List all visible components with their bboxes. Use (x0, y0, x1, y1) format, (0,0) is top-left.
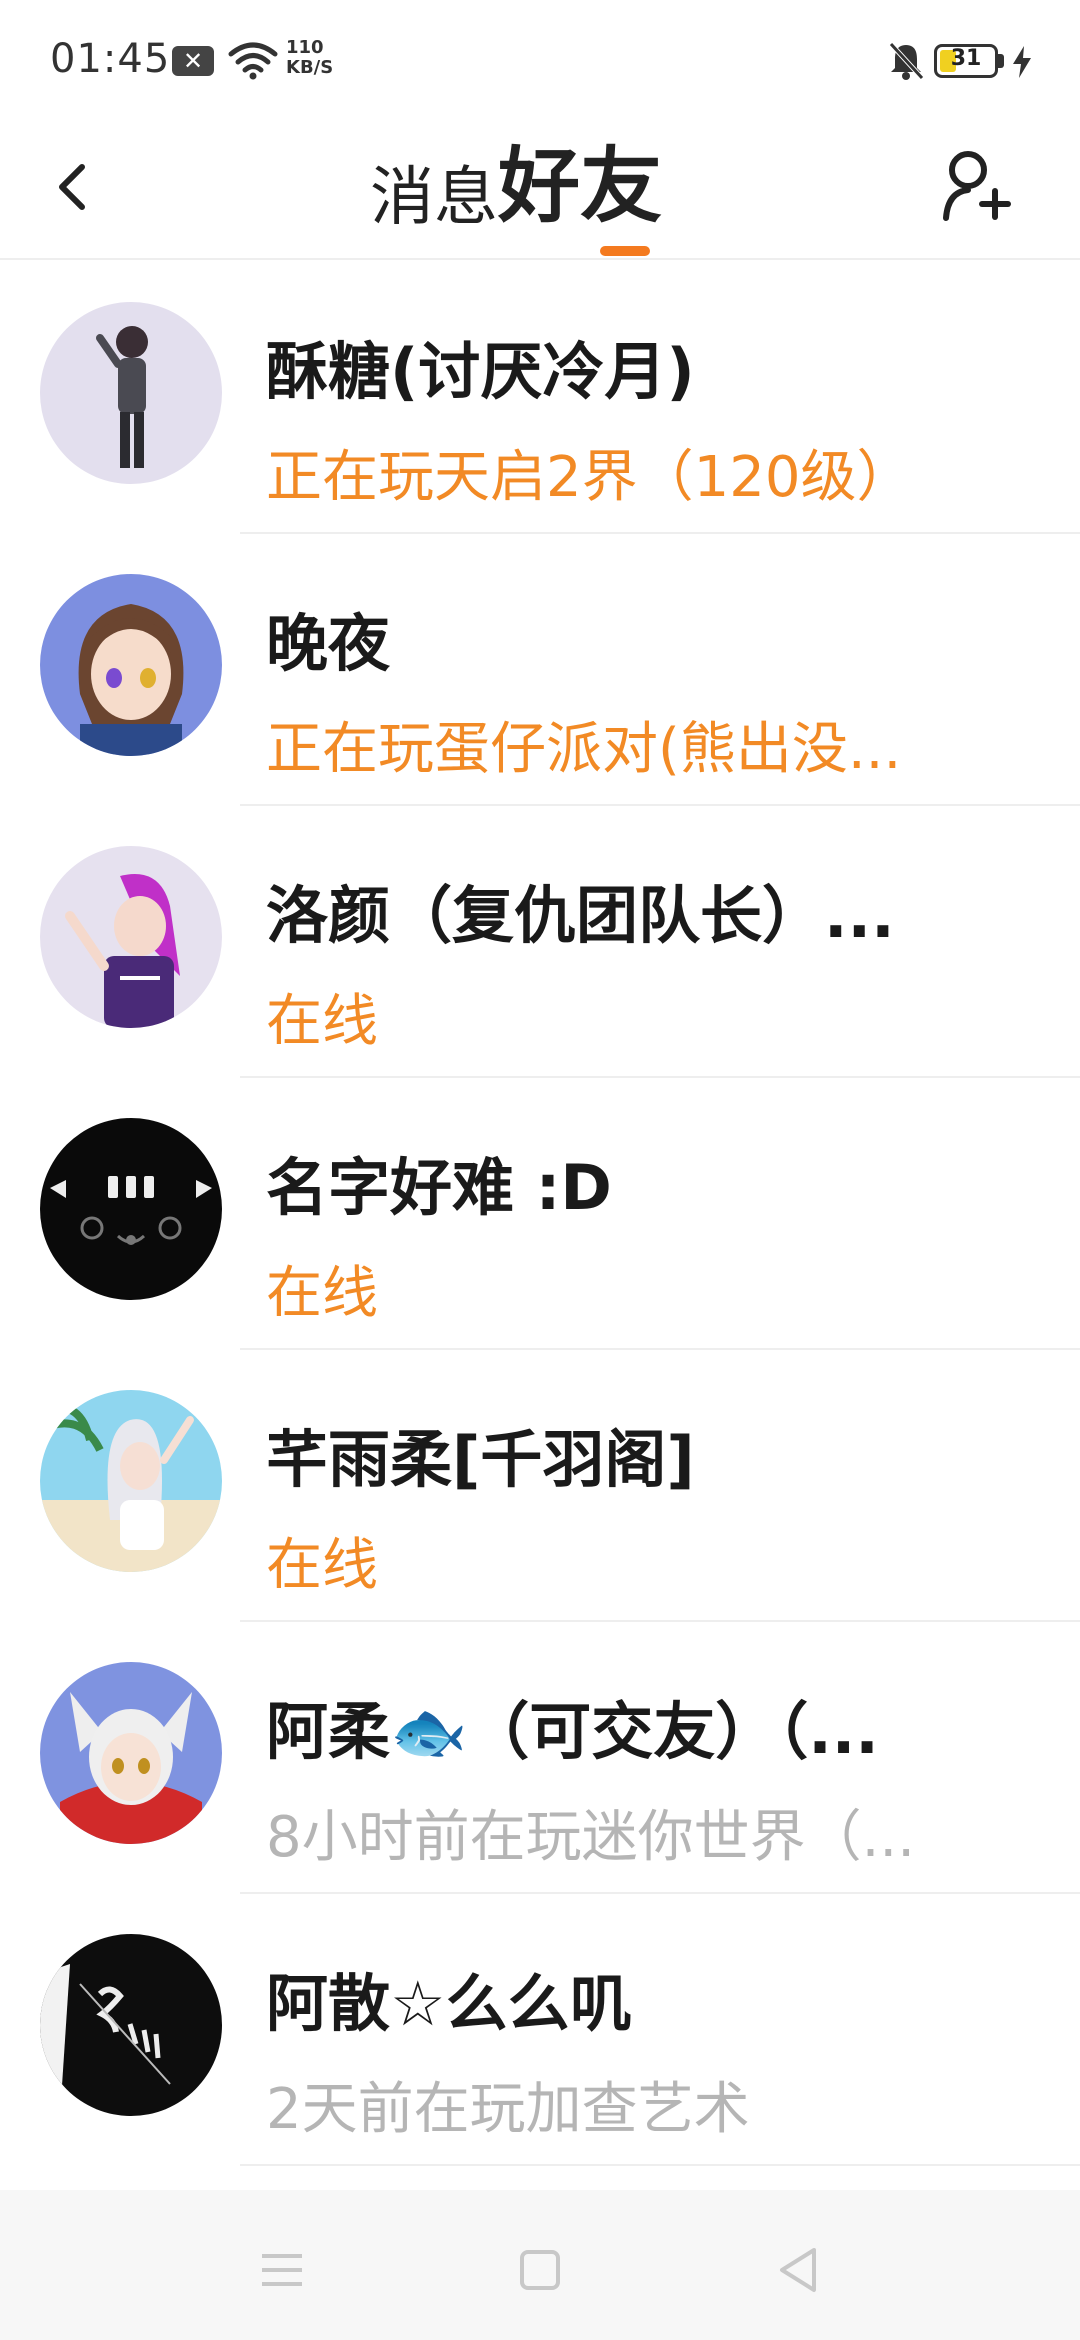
add-person-icon (943, 151, 1011, 221)
friend-name: 芊雨柔[千羽阁] (266, 1423, 695, 1496)
battery-percent: 31 (950, 46, 982, 71)
network-speed-unit: KB/S (286, 57, 334, 78)
friend-status: 正在玩天启2界（120级） (266, 445, 913, 510)
friend-status: 8小时前在玩迷你世界（... (266, 1805, 916, 1870)
friend-name: 洛颜（复仇团队长）... (266, 879, 895, 952)
avatar-image (40, 846, 222, 1028)
avatar[interactable] (40, 846, 222, 1028)
friend-name: 阿散☆么么叽 (266, 1967, 632, 2040)
avatar-image (40, 1390, 222, 1572)
tab-active-indicator (600, 246, 650, 256)
friend-name: 名字好难 :D (266, 1151, 612, 1224)
friend-status: 在线 (266, 1261, 378, 1326)
friend-status: 在线 (266, 1533, 378, 1598)
chevron-left-icon (59, 164, 85, 210)
header: 消息 好友 (0, 120, 1080, 260)
avatar-image (40, 302, 222, 484)
header-tabs: 消息 好友 (370, 128, 662, 238)
avatar-image (40, 1934, 222, 2116)
battery-cap (998, 54, 1004, 68)
avatar[interactable] (40, 1662, 222, 1844)
friend-row[interactable]: 芊雨柔[千羽阁] 在线 (0, 1350, 1080, 1622)
home-button[interactable] (510, 2240, 570, 2300)
friend-name: 酥糖(讨厌冷月) (266, 335, 695, 408)
status-time: 01:45 (50, 36, 171, 82)
friend-row[interactable]: 阿散☆么么叽 2天前在玩加查艺术 (0, 1894, 1080, 2166)
avatar[interactable] (40, 574, 222, 756)
avatar[interactable] (40, 1934, 222, 2116)
friend-row[interactable]: 酥糖(讨厌冷月) 正在玩天启2界（120级） (0, 262, 1080, 534)
avatar[interactable] (40, 302, 222, 484)
friend-name: 阿柔🐟（可交友）（... (266, 1695, 879, 1768)
square-icon (520, 2250, 560, 2290)
battery-icon: 31 (934, 44, 998, 78)
notification-x-icon: ✕ (172, 46, 214, 76)
tab-friends[interactable]: 好友 (498, 119, 662, 238)
nav-back-button[interactable] (768, 2240, 828, 2300)
avatar-image (40, 1118, 222, 1300)
divider (240, 2164, 1080, 2166)
friend-name: 晚夜 (266, 607, 391, 680)
status-bar: 01:45 ✕ 110 KB/S 31 (0, 0, 1080, 120)
friend-list: 酥糖(讨厌冷月) 正在玩天启2界（120级） 晚夜 正在玩蛋仔派对(熊出没... (0, 262, 1080, 2166)
tab-messages[interactable]: 消息 (370, 146, 498, 238)
add-friend-button[interactable] (936, 140, 1016, 230)
back-button[interactable] (50, 142, 110, 232)
bell-muted-icon (889, 42, 924, 80)
avatar[interactable] (40, 1118, 222, 1300)
network-speed: 110 KB/S (286, 38, 346, 78)
charging-bolt-icon (1013, 46, 1031, 78)
avatar[interactable] (40, 1390, 222, 1572)
friend-row[interactable]: 晚夜 正在玩蛋仔派对(熊出没... (0, 534, 1080, 806)
menu-icon (262, 2254, 302, 2286)
avatar-image (40, 574, 222, 756)
triangle-back-icon (780, 2248, 816, 2292)
friend-status: 在线 (266, 989, 378, 1054)
system-nav-bar (0, 2190, 1080, 2340)
friend-row[interactable]: 洛颜（复仇团队长）... 在线 (0, 806, 1080, 1078)
friend-row[interactable]: 名字好难 :D 在线 (0, 1078, 1080, 1350)
friend-row[interactable]: 阿柔🐟（可交友）（... 8小时前在玩迷你世界（... (0, 1622, 1080, 1894)
menu-button[interactable] (252, 2240, 312, 2300)
network-speed-value: 110 (286, 37, 324, 58)
avatar-image (40, 1662, 222, 1844)
friend-status: 正在玩蛋仔派对(熊出没... (266, 717, 902, 782)
friend-status: 2天前在玩加查艺术 (266, 2077, 750, 2142)
wifi-icon (228, 42, 278, 80)
